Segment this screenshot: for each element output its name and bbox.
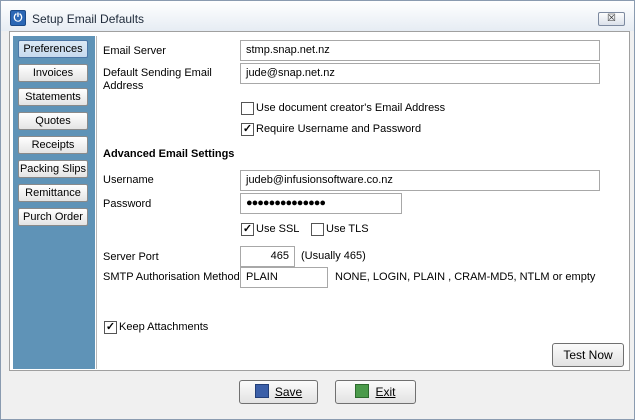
use-tls-checkbox[interactable] (311, 223, 324, 236)
exit-button[interactable]: Exit (335, 380, 416, 404)
use-ssl-label: Use SSL (256, 223, 299, 235)
sidebar: Preferences Invoices Statements Quotes R… (13, 36, 95, 369)
password-label: Password (103, 198, 151, 210)
require-auth-checkbox[interactable]: ✓ (241, 123, 254, 136)
power-icon: ⏻ (10, 10, 26, 26)
keep-attachments-checkbox[interactable]: ✓ (104, 321, 117, 334)
smtp-auth-label: SMTP Authorisation Method (103, 271, 240, 283)
dialog-body: Preferences Invoices Statements Quotes R… (9, 31, 630, 371)
require-auth-label: Require Username and Password (256, 123, 421, 135)
sidebar-item-preferences[interactable]: Preferences (18, 40, 88, 58)
sidebar-item-invoices[interactable]: Invoices (18, 64, 88, 82)
email-server-input[interactable]: stmp.snap.net.nz (240, 40, 600, 61)
use-creator-label: Use document creator's Email Address (256, 102, 445, 114)
floppy-disk-icon (255, 384, 269, 398)
sidebar-divider (96, 36, 97, 369)
server-port-hint: (Usually 465) (301, 250, 366, 262)
sidebar-item-statements[interactable]: Statements (18, 88, 88, 106)
close-button[interactable]: ☒ (598, 12, 625, 26)
password-input[interactable]: ●●●●●●●●●●●●●● (240, 193, 402, 214)
use-ssl-checkbox[interactable]: ✓ (241, 223, 254, 236)
advanced-settings-heading: Advanced Email Settings (103, 148, 234, 160)
use-tls-label: Use TLS (326, 223, 369, 235)
sidebar-item-remittance[interactable]: Remittance (18, 184, 88, 202)
save-button-label: Save (275, 385, 302, 399)
exit-button-label: Exit (375, 385, 395, 399)
server-port-input[interactable]: 465 (240, 246, 295, 267)
test-now-button[interactable]: Test Now (552, 343, 624, 367)
sidebar-item-receipts[interactable]: Receipts (18, 136, 88, 154)
save-button[interactable]: Save (239, 380, 318, 404)
sidebar-item-packing-slips[interactable]: Packing Slips (18, 160, 88, 178)
email-server-label: Email Server (103, 45, 166, 57)
smtp-auth-input[interactable]: PLAIN (240, 267, 328, 288)
keep-attachments-label: Keep Attachments (119, 321, 208, 333)
title-bar: ⏻ Setup Email Defaults ☒ (1, 1, 634, 31)
username-input[interactable]: judeb@infusionsoftware.co.nz (240, 170, 600, 191)
use-creator-checkbox[interactable] (241, 102, 254, 115)
window-title: Setup Email Defaults (32, 12, 144, 26)
sidebar-item-purch-order[interactable]: Purch Order (18, 208, 88, 226)
default-sending-label: Default Sending Email Address (103, 67, 223, 93)
username-label: Username (103, 174, 154, 186)
smtp-auth-hint: NONE, LOGIN, PLAIN , CRAM-MD5, NTLM or e… (335, 271, 595, 283)
server-port-label: Server Port (103, 251, 159, 263)
default-sending-input[interactable]: jude@snap.net.nz (240, 63, 600, 84)
exit-door-icon (355, 384, 369, 398)
sidebar-item-quotes[interactable]: Quotes (18, 112, 88, 130)
setup-email-defaults-window: ⏻ Setup Email Defaults ☒ Preferences Inv… (0, 0, 635, 420)
